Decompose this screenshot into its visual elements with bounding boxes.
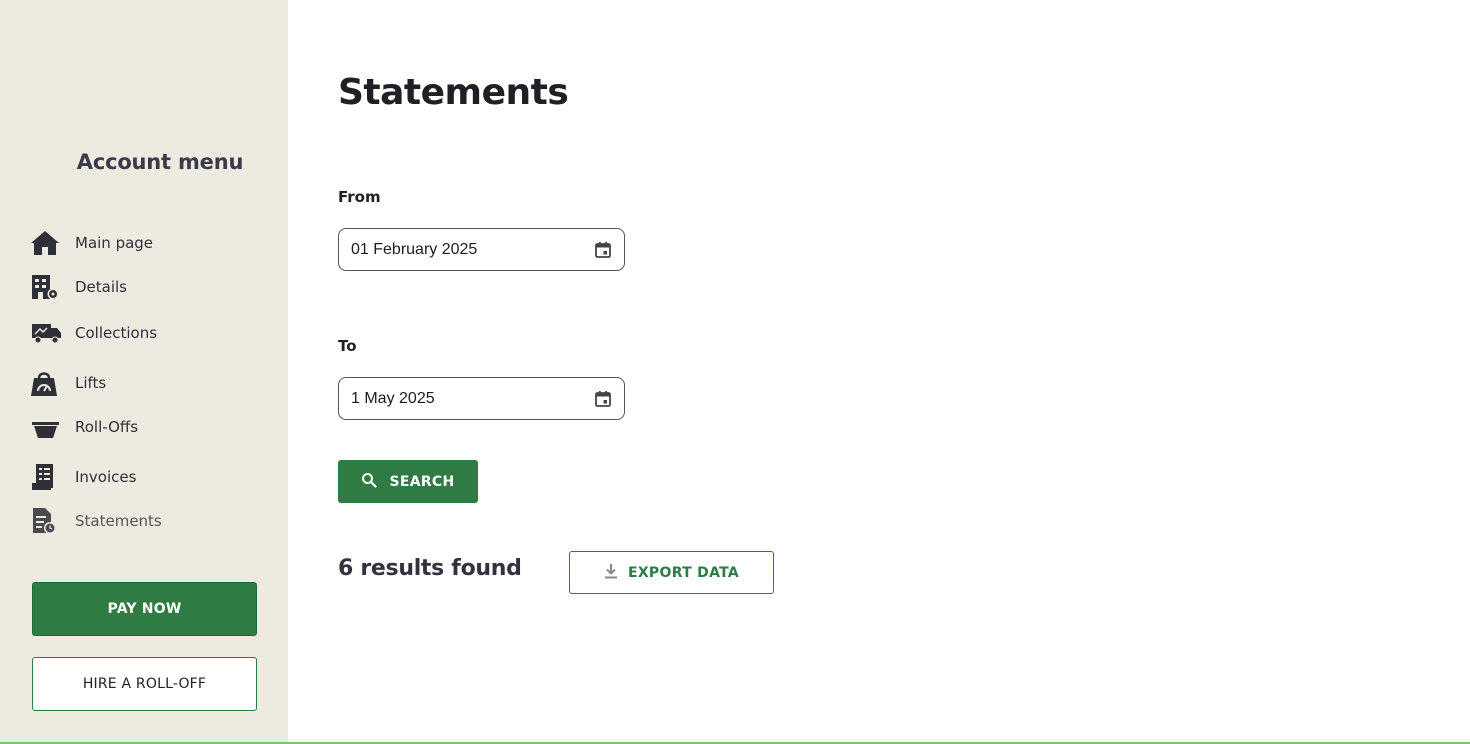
truck-icon — [30, 319, 62, 347]
sidebar-item-collections[interactable]: Collections — [30, 318, 157, 348]
export-data-button[interactable]: EXPORT DATA — [569, 551, 774, 594]
sidebar-item-details[interactable]: Details — [30, 272, 127, 302]
pay-now-button[interactable]: PAY NOW — [32, 582, 257, 636]
to-date-field[interactable]: 1 May 2025 — [338, 377, 625, 420]
bag-gauge-icon — [30, 369, 62, 397]
sidebar-item-label: Collections — [75, 324, 158, 342]
page-title: Statements — [338, 72, 569, 113]
sidebar-item-label: Main page — [75, 234, 154, 252]
home-icon — [30, 229, 62, 257]
sidebar-item-main-page[interactable]: Main page — [30, 228, 153, 258]
to-label: To — [338, 337, 357, 355]
from-label: From — [338, 188, 381, 206]
sidebar-item-label: Statements — [75, 512, 162, 530]
download-icon — [604, 563, 628, 583]
sidebar-item-invoices[interactable]: Invoices — [30, 462, 136, 492]
from-date-value: 01 February 2025 — [351, 240, 478, 258]
document-clock-icon — [30, 507, 62, 535]
receipt-icon — [30, 463, 62, 491]
results-count: 6 results found — [338, 556, 522, 581]
hire-roll-off-button[interactable]: HIRE A ROLL-OFF — [32, 657, 257, 711]
sidebar-item-roll-offs[interactable]: Roll-Offs — [30, 412, 138, 442]
building-gear-icon — [30, 273, 62, 301]
sidebar-item-label: Details — [75, 278, 128, 296]
search-button-label: SEARCH — [389, 473, 455, 490]
search-button[interactable]: SEARCH — [338, 460, 478, 503]
sidebar-item-label: Invoices — [75, 468, 137, 486]
sidebar: Account menu Main page Details Collectio… — [0, 0, 288, 742]
bin-icon — [30, 413, 62, 441]
to-date-value: 1 May 2025 — [351, 389, 435, 407]
calendar-icon[interactable] — [594, 390, 612, 408]
sidebar-item-statements[interactable]: Statements — [30, 506, 162, 536]
sidebar-item-label: Lifts — [75, 374, 107, 392]
export-data-label: EXPORT DATA — [627, 564, 740, 581]
sidebar-item-label: Roll-Offs — [75, 418, 139, 436]
search-icon — [361, 472, 389, 492]
sidebar-item-lifts[interactable]: Lifts — [30, 368, 106, 398]
from-date-field[interactable]: 01 February 2025 — [338, 228, 625, 271]
account-menu-title: Account menu — [76, 150, 244, 174]
calendar-icon[interactable] — [594, 241, 612, 259]
